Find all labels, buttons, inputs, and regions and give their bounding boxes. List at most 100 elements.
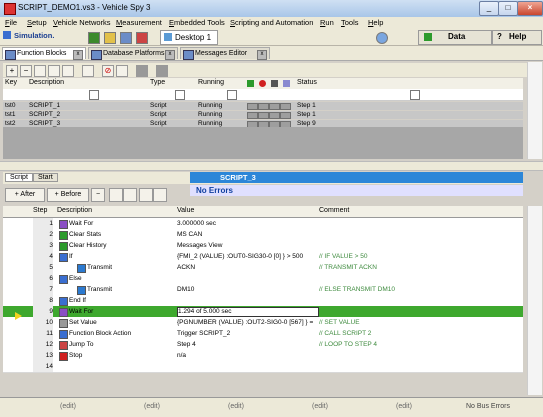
tools-icon[interactable] [136, 32, 148, 44]
script-scrollbar[interactable] [527, 206, 542, 395]
control-button[interactable] [280, 103, 291, 110]
control-button[interactable] [280, 112, 291, 119]
tab-messages-editor[interactable]: Messages Editor x [180, 47, 270, 60]
undo-icon[interactable] [82, 65, 94, 77]
pause-icon[interactable] [271, 80, 278, 87]
block-icon[interactable] [136, 65, 148, 77]
view-icon[interactable] [120, 32, 132, 44]
step-value[interactable]: {FMI_2 (VALUE) :OUT0-SIG30-0 [0] } > 500 [177, 251, 317, 262]
step-type-icon [59, 319, 68, 328]
network-icon[interactable] [88, 32, 100, 44]
status-edit[interactable]: (edit) [228, 403, 244, 410]
step-number: 3 [33, 240, 53, 251]
menu-tools[interactable]: Tools [341, 18, 359, 27]
add-after-button[interactable]: + After [5, 188, 45, 202]
table-row[interactable]: tst0 SCRIPT_1 Script Running Step 1 [3, 102, 523, 110]
control-button[interactable] [258, 112, 269, 119]
menu-file[interactable]: File [5, 18, 17, 27]
step-value[interactable]: {PGNUMBER (VALUE) :OUT2-SIG0-0 [567] } = [177, 317, 317, 328]
add-before-button[interactable]: + Before [47, 188, 89, 202]
step-description: Jump To [69, 341, 94, 348]
menu-setup[interactable]: Setup [27, 18, 47, 27]
step-value[interactable]: MS CAN [177, 229, 317, 240]
database-icon[interactable] [104, 32, 116, 44]
splitter[interactable] [0, 161, 543, 171]
run-icon[interactable] [247, 80, 254, 87]
step-icon[interactable] [283, 80, 290, 87]
menu-embedded-tools[interactable]: Embedded Tools [169, 18, 225, 27]
cut-icon[interactable] [34, 65, 46, 77]
step-value[interactable]: 1.294 of 5.000 sec [177, 307, 319, 317]
empty-list-area [3, 127, 523, 159]
tab-database-platforms[interactable]: Database Platforms x [88, 47, 178, 60]
maximize-button[interactable]: □ [498, 1, 518, 16]
step-value[interactable]: Trigger SCRIPT_2 [177, 328, 317, 339]
function-blocks-icon [5, 50, 16, 60]
status-edit[interactable]: (edit) [144, 403, 160, 410]
delete-step-button[interactable]: − [91, 188, 105, 202]
move-up-icon[interactable] [139, 188, 153, 202]
menu-run[interactable]: Run [320, 18, 334, 27]
tab-function-blocks[interactable]: Function Blocks x [2, 47, 86, 60]
menu-help[interactable]: Help [368, 18, 383, 27]
filter-icon[interactable] [175, 90, 185, 100]
messages-editor-icon [183, 50, 194, 60]
filter-icon[interactable] [410, 90, 420, 100]
desktop-selector[interactable]: Desktop 1 [160, 30, 218, 45]
function-blocks-scrollbar[interactable] [527, 62, 542, 159]
function-blocks-filter-row [3, 89, 523, 101]
tab-script[interactable]: Script [5, 173, 33, 182]
block2-icon[interactable] [156, 65, 168, 77]
filter-icon[interactable] [89, 90, 99, 100]
status-edit[interactable]: (edit) [396, 403, 412, 410]
step-type-icon [77, 286, 86, 295]
window-title: SCRIPT_DEMO1.vs3 - Vehicle Spy 3 [18, 3, 151, 12]
paste-icon[interactable] [62, 65, 74, 77]
step-value[interactable]: DM10 [177, 284, 317, 295]
step-value[interactable]: Messages View [177, 240, 317, 251]
simulation-dropdown[interactable]: Simulation. [3, 31, 77, 43]
remove-button[interactable]: − [20, 65, 32, 77]
step-value[interactable]: n/a [177, 350, 317, 361]
paste-step-icon[interactable] [123, 188, 137, 202]
step-value[interactable]: 3.000000 sec [177, 218, 317, 229]
status-bar: (edit) (edit) (edit) (edit) (edit) No Bu… [0, 397, 543, 417]
move-down-icon[interactable] [153, 188, 167, 202]
stop-icon[interactable] [259, 80, 266, 87]
control-button[interactable] [247, 103, 258, 110]
step-number: 7 [33, 284, 53, 295]
control-button[interactable] [247, 112, 258, 119]
close-tab-icon[interactable]: x [165, 50, 175, 60]
step-description: End If [69, 297, 86, 304]
table-row[interactable]: tst1 SCRIPT_2 Script Running Step 1 [3, 111, 523, 119]
disable-icon[interactable]: ⊘ [102, 65, 114, 77]
control-button[interactable] [258, 103, 269, 110]
step-value[interactable]: Step 4 [177, 339, 317, 350]
control-button[interactable] [269, 103, 280, 110]
step-value[interactable]: ACKN [177, 262, 317, 273]
close-tab-icon[interactable]: x [73, 50, 83, 60]
minimize-button[interactable]: _ [479, 1, 499, 16]
data-button[interactable]: Data [418, 30, 492, 45]
status-edit[interactable]: (edit) [312, 403, 328, 410]
close-button[interactable]: × [517, 1, 543, 16]
edit-icon[interactable] [116, 65, 128, 77]
step-type-icon [77, 264, 86, 273]
menu-measurement[interactable]: Measurement [116, 18, 162, 27]
globe-icon[interactable] [376, 32, 388, 44]
step-description: Set Value [69, 319, 97, 326]
filter-icon[interactable] [227, 90, 237, 100]
step-comment: // TRANSMIT ACKN [319, 264, 377, 271]
step-type-icon [59, 352, 68, 361]
add-button[interactable]: + [6, 65, 18, 77]
status-edit[interactable]: (edit) [60, 403, 76, 410]
menu-vehicle-networks[interactable]: Vehicle Networks [53, 18, 111, 27]
tab-start[interactable]: Start [33, 173, 58, 182]
help-button[interactable]: ? Help [492, 30, 542, 45]
copy-step-icon[interactable] [109, 188, 123, 202]
copy-icon[interactable] [48, 65, 60, 77]
menu-scripting-automation[interactable]: Scripting and Automation [230, 18, 313, 27]
close-tab-icon[interactable]: x [257, 50, 267, 60]
script-row[interactable]: 14 [3, 361, 523, 373]
control-button[interactable] [269, 112, 280, 119]
